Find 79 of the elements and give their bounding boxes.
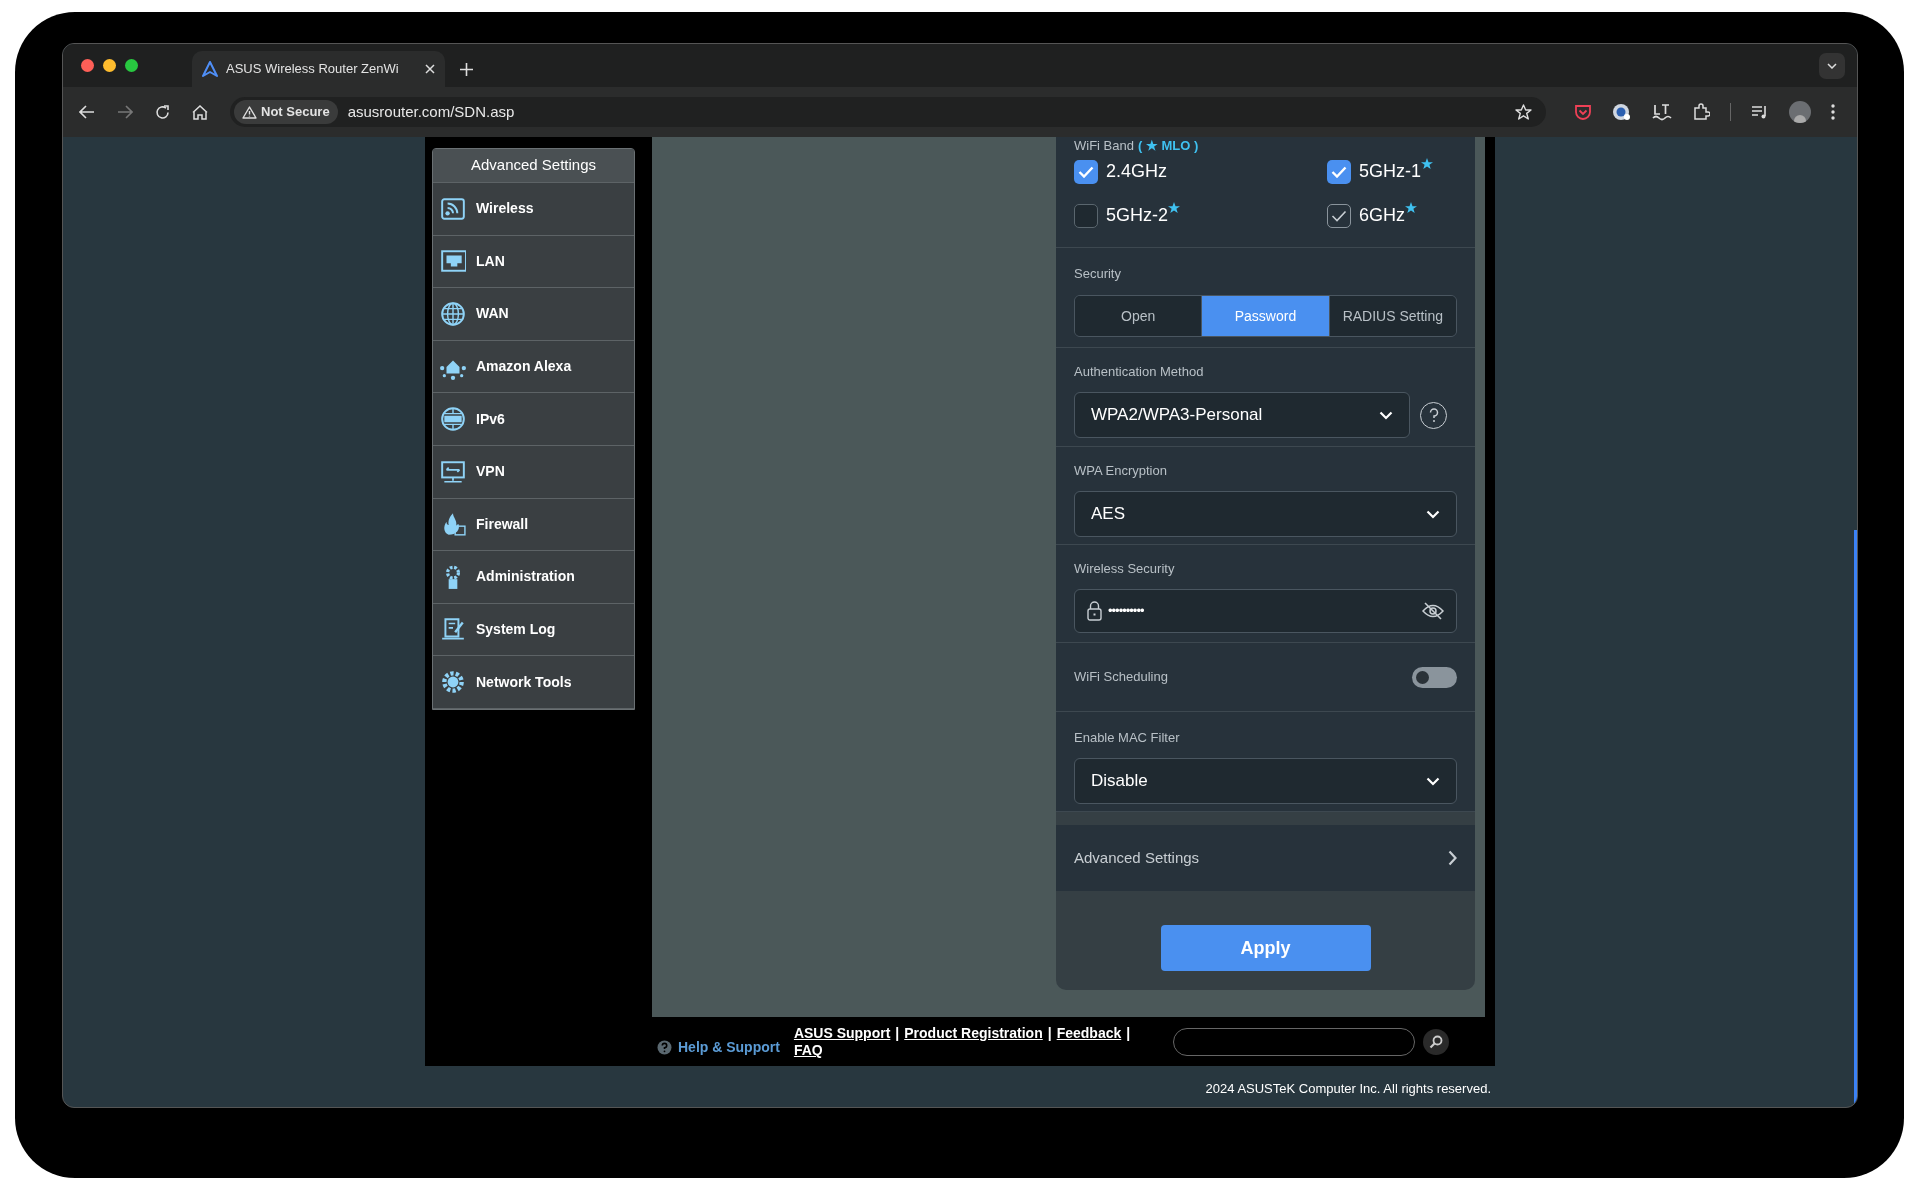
- chevron-down-icon: [1379, 410, 1393, 420]
- forward-arrow-icon[interactable]: [117, 105, 133, 119]
- ethernet-port-icon: [440, 248, 466, 275]
- field-label: WiFi Scheduling: [1074, 669, 1168, 685]
- checkbox[interactable]: [1074, 159, 1098, 184]
- reload-icon[interactable]: [155, 104, 170, 120]
- puzzle-icon[interactable]: [1692, 103, 1710, 121]
- sidebar-header: Advanced Settings: [433, 149, 634, 183]
- checkmark-icon: [1331, 165, 1347, 178]
- link-separator: |: [895, 1025, 900, 1042]
- star-icon: [1421, 158, 1433, 170]
- eye-slash-icon[interactable]: [1422, 602, 1444, 620]
- address-bar[interactable]: Not Secure asusrouter.com/SDN.asp: [230, 97, 1546, 127]
- star-icon: [1405, 202, 1417, 214]
- minimize-window-icon[interactable]: [103, 59, 116, 72]
- warning-icon: [242, 105, 257, 119]
- home-icon[interactable]: [192, 104, 208, 120]
- encryption-dropdown[interactable]: AES: [1074, 491, 1457, 537]
- mac-filter-dropdown[interactable]: Disable: [1074, 758, 1457, 804]
- checkmark-icon: [1078, 165, 1094, 178]
- search-icon: [1428, 1035, 1443, 1049]
- chevron-down-icon: [1426, 776, 1440, 786]
- document-edit-icon: [440, 616, 466, 643]
- close-icon[interactable]: [425, 64, 435, 74]
- link-separator: |: [1126, 1025, 1131, 1042]
- extension-circle-icon[interactable]: [1612, 102, 1632, 122]
- globe-icon: [440, 301, 466, 327]
- advanced-settings-row[interactable]: Advanced Settings: [1056, 825, 1475, 891]
- chevron-right-icon: [1448, 850, 1457, 866]
- field-label: Security: [1074, 266, 1122, 282]
- bookmark-star-icon[interactable]: [1515, 103, 1532, 121]
- text-extension-icon[interactable]: [1652, 103, 1672, 121]
- checkmark-icon: [1331, 209, 1347, 222]
- auth-method-dropdown[interactable]: WPA2/WPA3-Personal: [1074, 392, 1410, 438]
- settings-card: WiFi Band ( ★ MLO ) 2.4GHz 5GHz-1 5GHz-2 6GHz Security Open Password RADIUS Setting Authentication Method WPA2/WPA3-Personal WPA Encryption AES Wireless Security •••••••••• WiFi Scheduling Enable MAC Filter Disable Advanced Settings Apply: [1056, 137, 1475, 990]
- security-tab[interactable]: RADIUS Setting: [1328, 296, 1456, 336]
- tab-search-button[interactable]: [1819, 53, 1845, 79]
- footer-link[interactable]: Product Registration: [904, 1025, 1043, 1042]
- checkbox[interactable]: [1074, 203, 1098, 228]
- search-field[interactable]: [1172, 1028, 1415, 1056]
- mlo-label: ( ★ MLO ): [1137, 137, 1199, 156]
- media-queue-icon[interactable]: [1751, 104, 1769, 120]
- field-label: WPA Encryption: [1074, 463, 1168, 479]
- lock-icon: [1087, 601, 1102, 621]
- globe-icon: [440, 406, 466, 433]
- chevron-down-icon: [1827, 63, 1837, 69]
- tab-title: ASUS Wireless Router ZenWi: [226, 60, 400, 79]
- monitor-icon: [440, 458, 466, 485]
- new-tab-icon[interactable]: [460, 63, 473, 76]
- back-arrow-icon[interactable]: [79, 105, 95, 119]
- footer-link[interactable]: FAQ: [793, 1042, 823, 1059]
- router-logo-icon: [202, 61, 218, 77]
- checkbox[interactable]: [1327, 159, 1351, 184]
- field-label: Authentication Method: [1074, 364, 1205, 380]
- field-label: WiFi Band: [1074, 137, 1134, 156]
- field-label: Enable MAC Filter: [1074, 730, 1181, 746]
- footer-link[interactable]: ASUS Support: [793, 1025, 891, 1042]
- pocket-icon[interactable]: [1574, 103, 1592, 121]
- close-window-icon[interactable]: [81, 59, 94, 72]
- copyright-text: 2024 ASUSTeK Computer Inc. All rights reserved.: [1205, 1080, 1491, 1098]
- footer-link[interactable]: Feedback: [1056, 1025, 1122, 1042]
- maximize-window-icon[interactable]: [125, 59, 138, 72]
- help-icon: [657, 1040, 672, 1055]
- avatar-icon[interactable]: [1789, 101, 1811, 123]
- not-secure-chip[interactable]: Not Secure: [234, 100, 338, 124]
- link-separator: |: [1047, 1025, 1052, 1042]
- password-field[interactable]: ••••••••••: [1074, 589, 1457, 633]
- security-label: Not Secure: [261, 103, 330, 122]
- security-tab[interactable]: Open: [1075, 296, 1202, 336]
- url-text: asusrouter.com/SDN.asp: [347, 101, 515, 122]
- chevron-down-icon: [1426, 509, 1440, 519]
- toggle-switch[interactable]: [1412, 666, 1457, 688]
- browser-tab[interactable]: ASUS Wireless Router ZenWi: [192, 51, 445, 87]
- star-icon: [1168, 202, 1180, 214]
- search-button[interactable]: [1422, 1029, 1449, 1055]
- more-menu-icon[interactable]: [1831, 104, 1835, 120]
- help-support-label: Help & Support: [678, 1038, 780, 1057]
- field-label: Wireless Security: [1074, 561, 1176, 577]
- wifi-router-icon: [440, 195, 466, 222]
